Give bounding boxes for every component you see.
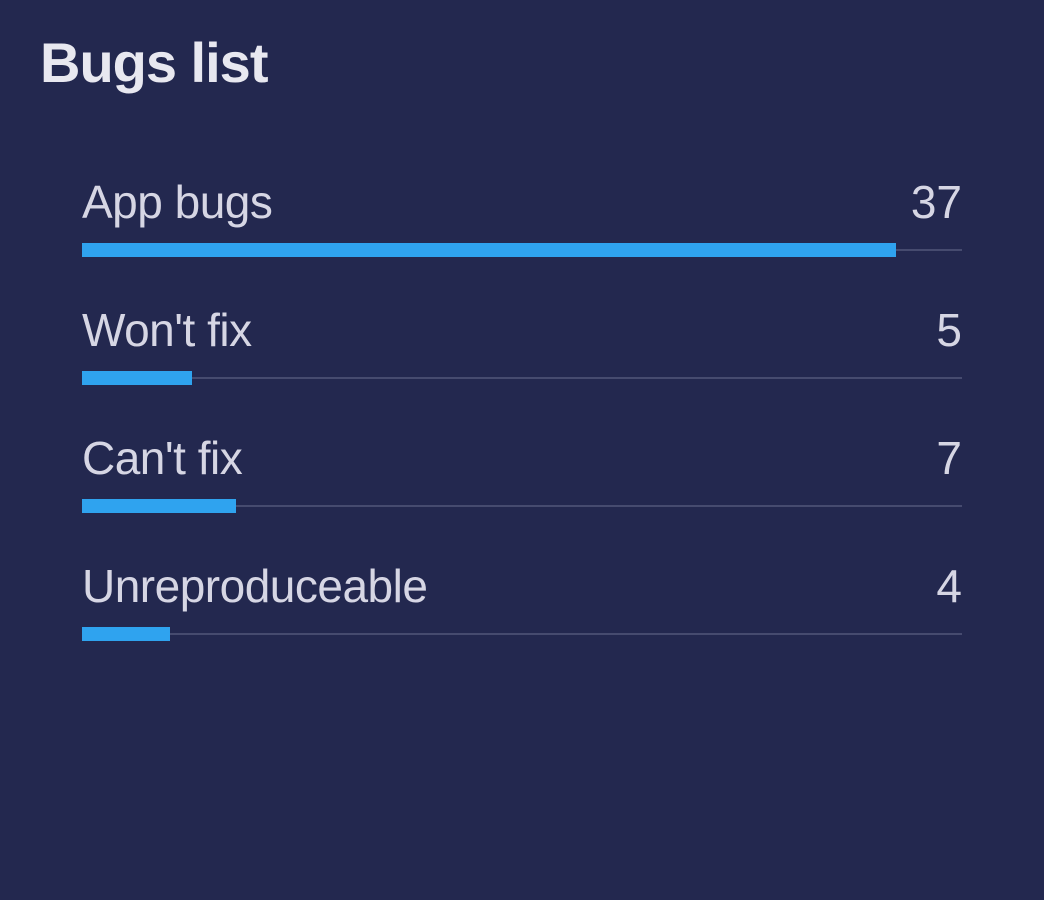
page-title: Bugs list xyxy=(40,30,1004,95)
item-value: 7 xyxy=(936,431,962,485)
progress-fill xyxy=(82,371,192,385)
progress-fill xyxy=(82,627,170,641)
item-label: App bugs xyxy=(82,175,272,229)
progress-track xyxy=(82,627,962,641)
progress-track xyxy=(82,499,962,513)
list-item-row: Can't fix 7 xyxy=(82,431,962,485)
list-item-row: Won't fix 5 xyxy=(82,303,962,357)
item-label: Won't fix xyxy=(82,303,252,357)
item-label: Unreproduceable xyxy=(82,559,427,613)
list-item-row: Unreproduceable 4 xyxy=(82,559,962,613)
item-value: 37 xyxy=(911,175,962,229)
progress-fill xyxy=(82,243,896,257)
item-value: 5 xyxy=(936,303,962,357)
bugs-list: App bugs 37 Won't fix 5 Can't fix 7 Unre… xyxy=(40,175,1004,641)
list-item: Unreproduceable 4 xyxy=(82,559,962,641)
list-item-row: App bugs 37 xyxy=(82,175,962,229)
list-item: Won't fix 5 xyxy=(82,303,962,385)
list-item: App bugs 37 xyxy=(82,175,962,257)
list-item: Can't fix 7 xyxy=(82,431,962,513)
progress-fill xyxy=(82,499,236,513)
item-value: 4 xyxy=(936,559,962,613)
progress-track xyxy=(82,371,962,385)
item-label: Can't fix xyxy=(82,431,242,485)
progress-track xyxy=(82,243,962,257)
